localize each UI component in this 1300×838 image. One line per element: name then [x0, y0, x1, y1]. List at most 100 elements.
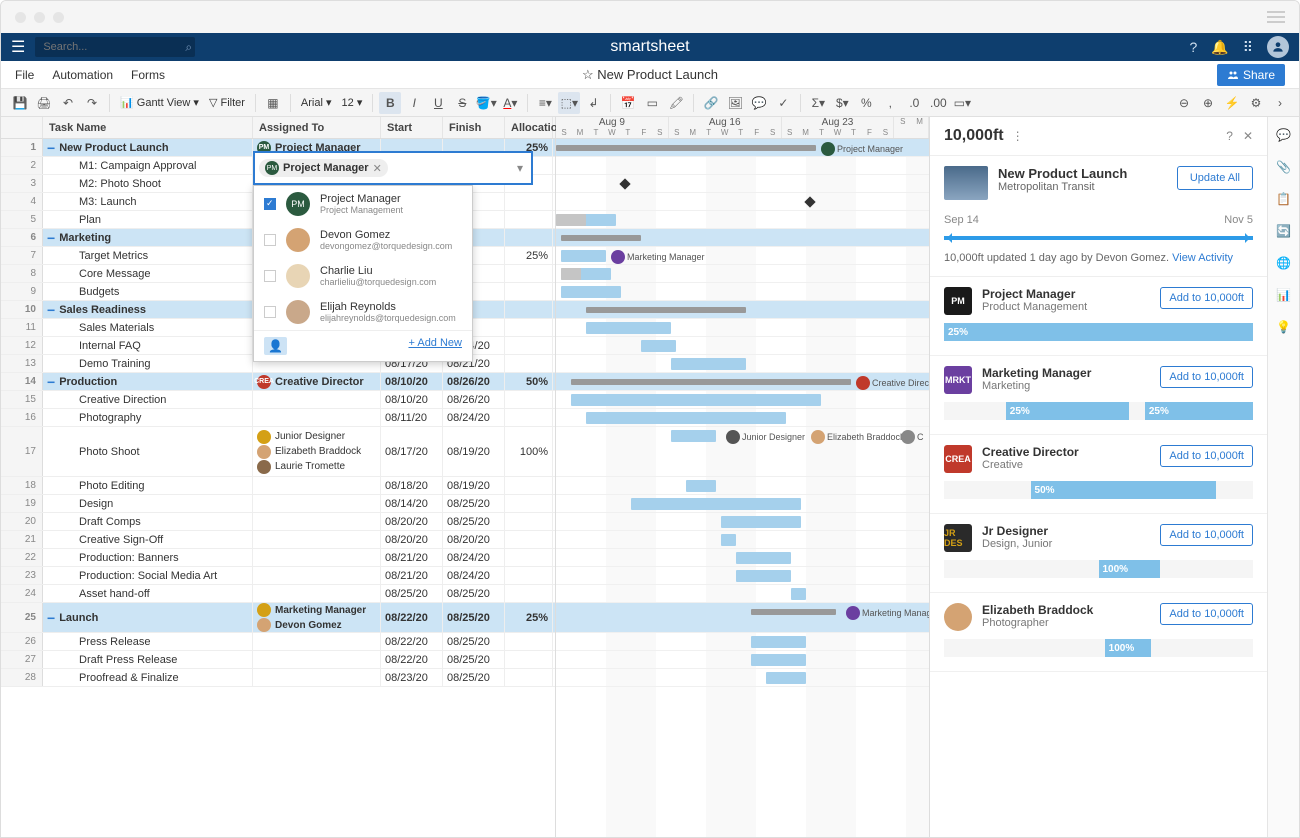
task-bar[interactable] [586, 322, 671, 334]
start-cell[interactable]: 08/22/20 [381, 603, 443, 632]
finish-cell[interactable]: 08/26/20 [443, 391, 505, 408]
add-new-link[interactable]: + Add New [408, 337, 462, 355]
panel-close-icon[interactable]: ✕ [1243, 129, 1253, 143]
collapse-icon[interactable]: − [47, 611, 55, 625]
underline-icon[interactable]: U [427, 92, 449, 114]
apps-icon[interactable]: ⠿ [1243, 39, 1253, 56]
finish-cell[interactable]: 08/25/20 [443, 495, 505, 512]
task-cell[interactable]: Photo Editing [43, 477, 253, 494]
task-bar[interactable] [751, 636, 806, 648]
checkbox[interactable] [264, 198, 276, 210]
task-bar[interactable] [721, 534, 736, 546]
finish-cell[interactable]: 08/25/20 [443, 603, 505, 632]
date-icon[interactable]: 📅 [617, 92, 639, 114]
start-cell[interactable]: 08/14/20 [381, 495, 443, 512]
task-cell[interactable]: Core Message [43, 265, 253, 282]
gantt-row[interactable] [556, 157, 929, 175]
alloc-cell[interactable] [505, 513, 553, 530]
assigned-cell[interactable] [253, 495, 381, 512]
gantt-row[interactable] [556, 301, 929, 319]
gantt-row[interactable] [556, 549, 929, 567]
italic-icon[interactable]: I [403, 92, 425, 114]
currency-icon[interactable]: $▾ [831, 92, 853, 114]
task-cell[interactable]: Target Metrics [43, 247, 253, 264]
col-task[interactable]: Task Name [43, 117, 253, 138]
alloc-cell[interactable] [505, 531, 553, 548]
alloc-cell[interactable] [505, 549, 553, 566]
table-row[interactable]: 20 Draft Comps 08/20/20 08/25/20 [1, 513, 555, 531]
checkbox[interactable] [264, 270, 276, 282]
table-row[interactable]: 27 Draft Press Release 08/22/20 08/25/20 [1, 651, 555, 669]
start-cell[interactable]: 08/20/20 [381, 531, 443, 548]
panel-help-icon[interactable]: ? [1226, 129, 1233, 143]
gantt-row[interactable] [556, 193, 929, 211]
finish-cell[interactable]: 08/19/20 [443, 477, 505, 494]
assigned-cell[interactable] [253, 477, 381, 494]
table-row[interactable]: 24 Asset hand-off 08/25/20 08/25/20 [1, 585, 555, 603]
traffic-light-max[interactable] [53, 12, 64, 23]
start-cell[interactable]: 08/17/20 [381, 427, 443, 476]
finish-cell[interactable]: 08/24/20 [443, 409, 505, 426]
collapse-icon[interactable]: − [47, 231, 55, 245]
col-start[interactable]: Start [381, 117, 443, 138]
strike-icon[interactable]: S [451, 92, 473, 114]
format-icon[interactable]: ▦ [262, 92, 284, 114]
add-to-10000ft-button[interactable]: Add to 10,000ft [1160, 603, 1253, 625]
task-cell[interactable]: Design [43, 495, 253, 512]
add-to-10000ft-button[interactable]: Add to 10,000ft [1160, 524, 1253, 546]
proof-icon[interactable]: ✓ [772, 92, 794, 114]
assigned-cell[interactable] [253, 633, 381, 650]
alloc-cell[interactable] [505, 283, 553, 300]
finish-cell[interactable]: 08/25/20 [443, 585, 505, 602]
color-icon[interactable]: A▾ [499, 92, 521, 114]
task-cell[interactable]: −Launch [43, 603, 253, 632]
start-cell[interactable]: 08/25/20 [381, 585, 443, 602]
wrap-icon[interactable]: ↲ [582, 92, 604, 114]
add-to-10000ft-button[interactable]: Add to 10,000ft [1160, 287, 1253, 309]
task-cell[interactable]: −Production [43, 373, 253, 390]
percent-icon[interactable]: % [855, 92, 877, 114]
alloc-cell[interactable]: 50% [505, 373, 553, 390]
alloc-cell[interactable] [505, 319, 553, 336]
start-cell[interactable]: 08/21/20 [381, 549, 443, 566]
task-bar[interactable] [631, 498, 801, 510]
hamburger-icon[interactable] [1267, 11, 1285, 23]
task-cell[interactable]: Creative Sign-Off [43, 531, 253, 548]
task-bar[interactable] [721, 516, 801, 528]
size-dropdown[interactable]: 12 ▾ [338, 96, 367, 109]
start-cell[interactable]: 08/23/20 [381, 669, 443, 686]
assigned-cell[interactable] [253, 651, 381, 668]
alloc-cell[interactable]: 25% [505, 603, 553, 632]
redo-icon[interactable]: ↷ [81, 92, 103, 114]
table-row[interactable]: 23 Production: Social Media Art 08/21/20… [1, 567, 555, 585]
highlight-icon[interactable]: 🖍 [665, 92, 687, 114]
remove-chip-icon[interactable]: ✕ [373, 162, 382, 175]
user-avatar[interactable] [1267, 36, 1289, 58]
alloc-cell[interactable] [505, 265, 553, 282]
gantt-row[interactable] [556, 337, 929, 355]
task-cell[interactable]: M1: Campaign Approval [43, 157, 253, 174]
dropdown-option[interactable]: Charlie Liucharlieliu@torquedesign.com [254, 258, 472, 294]
print-icon[interactable]: 🖨 [33, 92, 55, 114]
task-bar[interactable] [571, 394, 821, 406]
more-icon[interactable]: ▭▾ [951, 92, 973, 114]
assigned-cell[interactable] [253, 567, 381, 584]
assigned-cell[interactable] [253, 513, 381, 530]
notification-icon[interactable]: 🔔 [1211, 39, 1228, 56]
align-left-icon[interactable]: ≡▾ [534, 92, 556, 114]
alloc-cell[interactable]: 100% [505, 427, 553, 476]
expand-icon[interactable]: › [1269, 92, 1291, 114]
rail-publish-icon[interactable]: 🌐 [1276, 255, 1292, 271]
summary-bar[interactable] [586, 307, 746, 313]
alloc-cell[interactable]: 25% [505, 247, 553, 264]
gantt-row[interactable]: Marketing Manager [556, 247, 929, 265]
gantt-row[interactable]: Project Manager [556, 139, 929, 157]
task-bar[interactable] [561, 250, 606, 262]
alloc-cell[interactable] [505, 409, 553, 426]
menu-automation[interactable]: Automation [52, 68, 113, 82]
add-to-10000ft-button[interactable]: Add to 10,000ft [1160, 366, 1253, 388]
add-to-10000ft-button[interactable]: Add to 10,000ft [1160, 445, 1253, 467]
table-row[interactable]: 26 Press Release 08/22/20 08/25/20 [1, 633, 555, 651]
alloc-cell[interactable] [505, 567, 553, 584]
task-bar[interactable] [791, 588, 806, 600]
